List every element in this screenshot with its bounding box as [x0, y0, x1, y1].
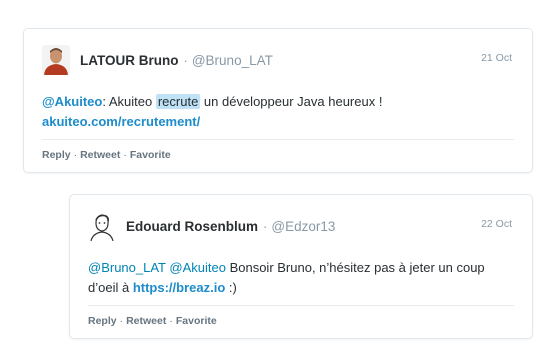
avatar[interactable]	[42, 45, 70, 75]
author-name[interactable]: Edouard Rosenblum	[126, 219, 258, 234]
highlighted-word: recrute	[155, 94, 201, 109]
text-segment: : Akuiteo	[102, 94, 156, 109]
text-segment: Bonsoir Bruno, n’hésitez pas à jeter un …	[225, 260, 485, 275]
divider	[88, 305, 514, 306]
author-handle[interactable]: @Edzor13	[271, 219, 335, 234]
author-handle[interactable]: @Bruno_LAT	[192, 53, 273, 68]
author-name[interactable]: LATOUR Bruno	[80, 53, 179, 68]
separator: ·	[123, 149, 127, 161]
separator: ·	[263, 218, 268, 234]
text-segment: d’oeil à	[88, 280, 133, 295]
retweet-button[interactable]: Retweet	[126, 315, 166, 327]
tweet-text: @Akuiteo: Akuiteo recrute un développeur…	[42, 92, 514, 132]
tweet-card: Edouard Rosenblum · @Edzor13 22 Oct @Bru…	[69, 194, 533, 339]
reply-button[interactable]: Reply	[88, 315, 117, 327]
tweet-header: LATOUR Bruno · @Bruno_LAT	[42, 43, 273, 77]
separator: ·	[169, 315, 173, 327]
reply-button[interactable]: Reply	[42, 149, 71, 161]
favorite-button[interactable]: Favorite	[176, 315, 217, 327]
retweet-button[interactable]: Retweet	[80, 149, 120, 161]
favorite-button[interactable]: Favorite	[130, 149, 171, 161]
url-link[interactable]: akuiteo.com/recrutement/	[42, 114, 200, 129]
tweet-date[interactable]: 21 Oct	[481, 52, 512, 64]
text-segment: un développeur Java heureux !	[200, 94, 383, 109]
text-segment: :)	[225, 280, 237, 295]
separator: ·	[73, 149, 78, 161]
tweet-header: Edouard Rosenblum · @Edzor13	[88, 209, 335, 243]
tweet-date[interactable]: 22 Oct	[481, 218, 512, 230]
divider	[42, 139, 514, 140]
avatar[interactable]	[88, 211, 116, 241]
mention-link[interactable]: @Akuiteo	[42, 94, 102, 109]
url-link[interactable]: https://breaz.io	[133, 280, 225, 295]
tweet-card: LATOUR Bruno · @Bruno_LAT 21 Oct @Akuite…	[23, 28, 533, 173]
separator: ·	[183, 52, 188, 68]
tweet-actions: Reply · Retweet · Favorite	[42, 149, 171, 161]
mention-link[interactable]: @Bruno_LAT	[88, 260, 166, 275]
mention-link[interactable]: @Akuiteo	[169, 260, 226, 275]
separator: ·	[119, 315, 124, 327]
tweet-text: @Bruno_LAT @Akuiteo Bonsoir Bruno, n’hés…	[88, 258, 514, 298]
tweet-actions: Reply · Retweet · Favorite	[88, 315, 217, 327]
